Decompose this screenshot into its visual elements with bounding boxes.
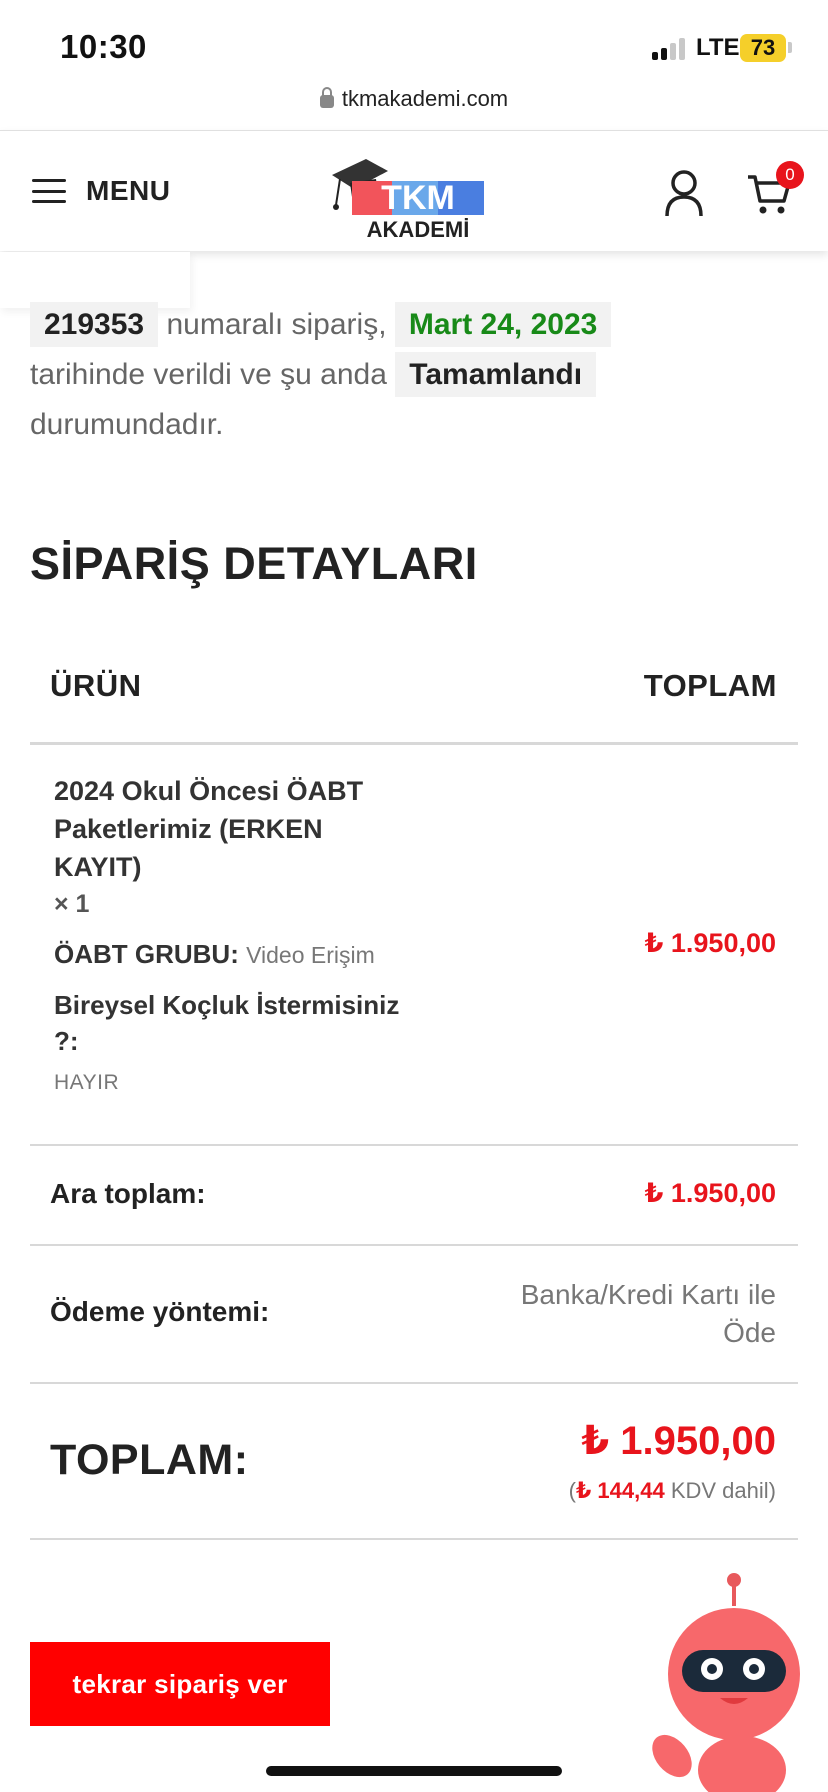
order-text-3: durumundadır. xyxy=(30,408,224,441)
payment-value: Banka/Kredi Kartı ile Öde xyxy=(476,1276,776,1352)
order-date: Mart 24, 2023 xyxy=(394,302,612,347)
tax-text: KDV dahil) xyxy=(664,1478,776,1503)
table-header-divider xyxy=(30,742,798,745)
logo-text-sub: AKADEMİ xyxy=(367,217,470,241)
order-text-1: numaralı sipariş, xyxy=(166,308,387,341)
meta-label-coaching: Bireysel Koçluk İstermisiniz ?: xyxy=(54,990,400,1056)
row-divider xyxy=(30,1144,798,1146)
payment-label: Ödeme yöntemi: xyxy=(50,1296,270,1327)
signal-icon xyxy=(652,38,685,60)
menu-label: MENU xyxy=(86,175,171,206)
order-notice: 219353 numaralı sipariş, Mart 24, 2023 t… xyxy=(30,300,790,450)
site-logo[interactable]: TKM AKADEMİ xyxy=(330,145,490,241)
meta-value-group: Video Erişim xyxy=(246,942,375,968)
meta-value-coaching: HAYIR xyxy=(54,1071,120,1094)
product-row: 2024 Okul Öncesi ÖABT Paketlerimiz (ERKE… xyxy=(54,772,414,1095)
hamburger-icon xyxy=(32,179,66,203)
column-header-product: ÜRÜN xyxy=(50,668,142,703)
status-bar: 10:30 LTE 73 xyxy=(0,0,828,92)
order-number: 219353 xyxy=(30,302,159,347)
product-meta-group: ÖABT GRUBU: Video Erişim xyxy=(54,936,414,973)
menu-button[interactable]: MENU xyxy=(32,175,170,207)
chat-assistant-robot-icon[interactable] xyxy=(650,1570,800,1792)
url-text: tkmakademi.com xyxy=(341,86,509,111)
lock-icon xyxy=(319,87,334,108)
account-icon[interactable] xyxy=(664,169,704,217)
tax-amount: ₺ 144,44 xyxy=(576,1478,665,1503)
subtotal-value: ₺ 1.950,00 xyxy=(644,1178,776,1208)
network-label: LTE xyxy=(696,34,740,61)
battery-tip xyxy=(788,42,792,53)
total-label: TOPLAM: xyxy=(50,1436,249,1484)
battery-icon: 73 xyxy=(740,34,786,62)
reorder-button[interactable]: tekrar sipariş ver xyxy=(30,1642,330,1726)
subtotal-label: Ara toplam: xyxy=(50,1178,206,1209)
status-time: 10:30 xyxy=(60,28,147,65)
product-name[interactable]: 2024 Okul Öncesi ÖABT Paketlerimiz (ERKE… xyxy=(54,772,414,886)
cart-count-badge: 0 xyxy=(776,161,804,189)
logo-text-main: TKM xyxy=(381,179,455,217)
product-quantity: × 1 xyxy=(54,890,90,918)
row-divider xyxy=(30,1382,798,1384)
payment-method-text: Banka/Kredi Kartı ile Öde xyxy=(520,1279,776,1348)
product-price: ₺ 1.950,00 xyxy=(644,928,776,958)
site-header: MENU TKM AKADEMİ 0 xyxy=(0,130,828,251)
home-indicator xyxy=(266,1766,562,1776)
order-text-2: tarihinde verildi ve şu anda xyxy=(30,358,387,391)
total-value: ₺ 1.950,00 xyxy=(581,1419,776,1463)
order-status: Tamamlandı xyxy=(395,352,597,397)
tax-note: (₺ 144,44 KDV dahil) xyxy=(569,1478,776,1504)
section-title: SİPARİŞ DETAYLARI xyxy=(30,538,478,589)
tax-paren: ( xyxy=(568,1478,576,1503)
row-divider xyxy=(30,1244,798,1246)
column-header-total: TOPLAM xyxy=(643,668,777,703)
row-divider xyxy=(30,1538,798,1540)
url-bar[interactable]: tkmakademi.com xyxy=(0,86,828,112)
meta-label-group: ÖABT GRUBU: xyxy=(54,939,239,969)
